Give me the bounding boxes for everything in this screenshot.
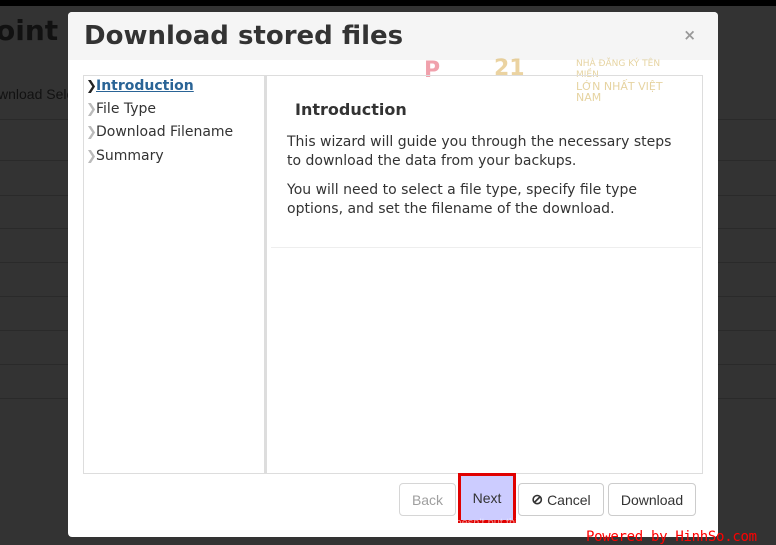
chevron-right-icon: ❯ <box>86 124 97 140</box>
step-introduction[interactable]: ❯ Introduction <box>86 78 194 94</box>
watermark-text: Protected with free version of Watermark… <box>178 517 554 529</box>
cancel-button[interactable]: ⊘ Cancel <box>518 483 604 516</box>
step-download-filename[interactable]: ❯ Download Filename <box>86 124 233 140</box>
dialog-title: Download stored files <box>84 21 404 51</box>
powered-by-text: Powered by HinhSo.com <box>586 529 757 545</box>
wizard-steps: ❯ Introduction ❯ File Type ❯ Download Filen… <box>83 75 265 474</box>
chevron-right-icon: ❯ <box>86 101 97 117</box>
close-icon[interactable]: × <box>683 26 696 44</box>
step-summary[interactable]: ❯ Summary <box>86 148 164 164</box>
step-file-type[interactable]: ❯ File Type <box>86 101 156 117</box>
dialog-header: Download stored files × <box>68 12 718 60</box>
background-title: oint <box>0 14 59 47</box>
instructions-paragraph: You will need to select a file type, spe… <box>287 182 637 217</box>
content-heading: Introduction <box>295 100 407 119</box>
background-tab: wnload Sele <box>0 86 75 102</box>
intro-paragraph: This wizard will guide you through the n… <box>287 134 672 169</box>
chevron-right-icon: ❯ <box>86 148 97 164</box>
next-button[interactable]: Next <box>458 473 516 523</box>
ban-icon: ⊘ <box>531 491 544 507</box>
download-button[interactable]: Download <box>608 483 696 516</box>
chevron-right-icon: ❯ <box>86 78 97 94</box>
top-bar <box>0 0 776 6</box>
back-button[interactable]: Back <box>399 483 456 516</box>
wizard-content: Introduction This wizard will guide you … <box>265 75 703 474</box>
download-dialog: Download stored files × P 21 NHÀ ĐĂNG KÝ … <box>68 12 718 537</box>
